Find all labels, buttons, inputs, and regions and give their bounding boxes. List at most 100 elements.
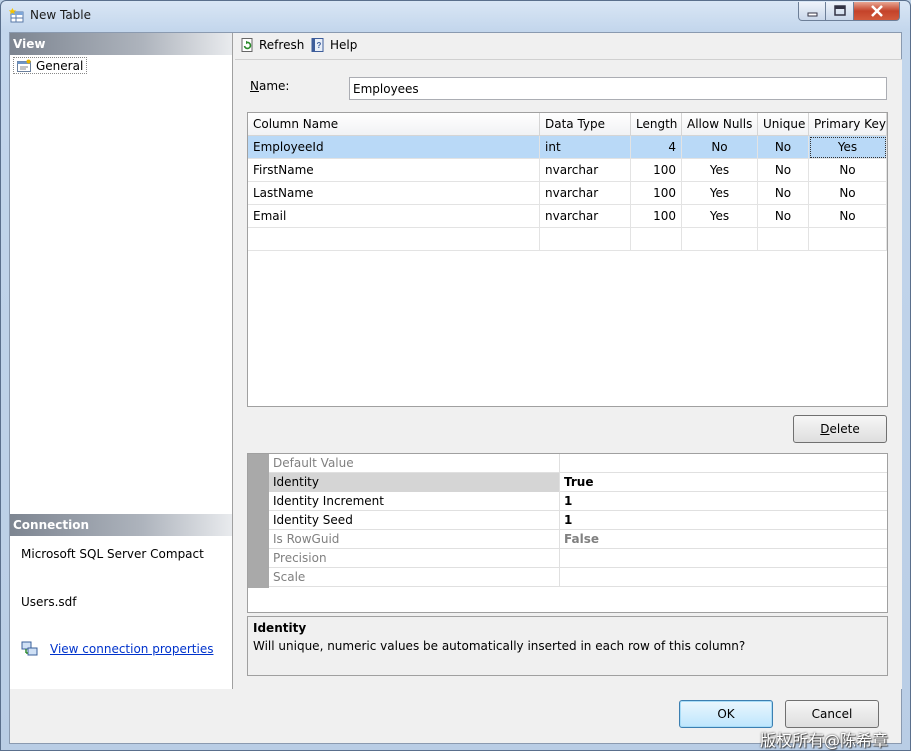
close-button[interactable] [854, 2, 900, 21]
cell-data-type[interactable]: int [540, 136, 631, 159]
cell-primary-key[interactable]: No [809, 159, 887, 182]
property-value[interactable] [560, 549, 887, 568]
header-length[interactable]: Length [631, 113, 682, 136]
property-row[interactable]: Default Value [269, 454, 887, 473]
connection-properties-icon [21, 641, 38, 656]
cell-data-type[interactable]: nvarchar [540, 159, 631, 182]
properties-gutter [248, 454, 269, 588]
cell-column-name[interactable]: Email [248, 205, 540, 228]
cell-primary-key[interactable]: No [809, 205, 887, 228]
new-row-cell-length[interactable] [631, 228, 682, 251]
cell-unique[interactable]: No [758, 205, 809, 228]
header-data-type[interactable]: Data Type [540, 113, 631, 136]
property-name: Scale [269, 568, 560, 587]
name-label: Name: [250, 79, 289, 93]
property-value[interactable]: 1 [560, 511, 887, 530]
property-name: Identity Increment [269, 492, 560, 511]
help-label: Help [330, 38, 358, 52]
new-row-cell-column-name[interactable] [248, 228, 540, 251]
cell-unique[interactable]: No [758, 136, 809, 159]
cell-column-name[interactable]: EmployeeId [248, 136, 540, 159]
connection-database: Users.sdf [21, 595, 77, 609]
ok-button[interactable]: OK [679, 700, 773, 728]
header-primary-key[interactable]: Primary Key [809, 113, 887, 136]
page-item-general[interactable]: General [13, 57, 88, 74]
new-row-cell-unique[interactable] [758, 228, 809, 251]
delete-label: elete [829, 422, 860, 436]
property-name: Identity Seed [269, 511, 560, 530]
property-row[interactable]: Scale [269, 568, 887, 587]
cancel-button[interactable]: Cancel [785, 700, 879, 728]
close-icon [871, 5, 883, 17]
help-book-icon: ? [311, 38, 324, 52]
refresh-icon [241, 38, 253, 52]
dialog-window: New Table View General Connection Micros… [0, 0, 911, 751]
columns-grid: Column Name Data Type Length Allow Nulls Uni… [247, 112, 888, 407]
property-name: Identity [269, 473, 560, 492]
property-name: Is RowGuid [269, 530, 560, 549]
cell-length[interactable]: 4 [631, 136, 682, 159]
properties-page-icon [17, 59, 31, 72]
minimize-button[interactable] [798, 2, 826, 21]
dialog-client: View General Connection Microsoft SQL Se… [9, 32, 902, 744]
title-bar[interactable]: New Table [1, 1, 910, 31]
property-row[interactable]: Precision [269, 549, 887, 568]
cell-unique[interactable]: No [758, 159, 809, 182]
cell-length[interactable]: 100 [631, 182, 682, 205]
refresh-button[interactable]: Refresh [239, 36, 304, 54]
view-header: View [10, 33, 232, 55]
name-label-text: ame: [258, 79, 290, 93]
minimize-icon [807, 12, 818, 17]
property-description: Identity Will unique, numeric values be … [247, 616, 888, 676]
description-title: Identity [253, 621, 307, 635]
connection-header: Connection [10, 514, 232, 536]
description-text: Will unique, numeric values be automatic… [253, 639, 746, 653]
property-row[interactable]: Is RowGuid False [269, 530, 887, 549]
left-pane: View General Connection Microsoft SQL Se… [10, 33, 233, 689]
cell-allow-nulls[interactable]: Yes [682, 205, 758, 228]
new-table-icon [9, 8, 24, 23]
cell-allow-nulls[interactable]: Yes [682, 182, 758, 205]
new-row-cell-allow-nulls[interactable] [682, 228, 758, 251]
cell-column-name[interactable]: FirstName [248, 159, 540, 182]
header-unique[interactable]: Unique [758, 113, 809, 136]
cell-primary-key[interactable]: No [809, 182, 887, 205]
cell-unique[interactable]: No [758, 182, 809, 205]
property-row[interactable]: Identity Seed 1 [269, 511, 887, 530]
property-value[interactable] [560, 454, 887, 473]
new-row-cell-primary-key[interactable] [809, 228, 887, 251]
header-allow-nulls[interactable]: Allow Nulls [682, 113, 758, 136]
cell-column-name[interactable]: LastName [248, 182, 540, 205]
cell-length[interactable]: 100 [631, 159, 682, 182]
refresh-label: Refresh [259, 38, 305, 52]
watermark-text: 版权所有@陈希章 [760, 731, 889, 750]
view-connection-properties-link[interactable]: View connection properties [50, 642, 213, 656]
cell-length[interactable]: 100 [631, 205, 682, 228]
maximize-icon [834, 5, 846, 16]
cell-data-type[interactable]: nvarchar [540, 182, 631, 205]
new-row-cell-data-type[interactable] [540, 228, 631, 251]
property-value[interactable]: True [560, 473, 887, 492]
maximize-button[interactable] [826, 2, 854, 21]
property-row[interactable]: Identity True [269, 473, 887, 492]
cell-primary-key[interactable]: Yes [809, 136, 887, 159]
cell-data-type[interactable]: nvarchar [540, 205, 631, 228]
connection-server: Microsoft SQL Server Compact [21, 547, 204, 561]
cell-allow-nulls[interactable]: Yes [682, 159, 758, 182]
toolbar: Refresh ? Help [235, 33, 903, 57]
property-value[interactable]: False [560, 530, 887, 549]
property-value[interactable] [560, 568, 887, 587]
table-name-input[interactable] [349, 77, 887, 100]
delete-button[interactable]: Delete [793, 415, 887, 443]
property-row[interactable]: Identity Increment 1 [269, 492, 887, 511]
header-column-name[interactable]: Column Name [248, 113, 540, 136]
column-properties-grid: Default Value Identity True Identity Increm… [247, 453, 888, 613]
property-name: Default Value [269, 454, 560, 473]
property-value[interactable]: 1 [560, 492, 887, 511]
name-label-accesskey: N [250, 79, 259, 93]
cell-allow-nulls[interactable]: No [682, 136, 758, 159]
content-panel: Name: Column NameData TypeLengthAllow Nu… [235, 59, 902, 689]
page-item-general-label: General [36, 59, 84, 73]
window-title: New Table [30, 8, 92, 22]
help-button[interactable]: ? Help [310, 36, 357, 54]
